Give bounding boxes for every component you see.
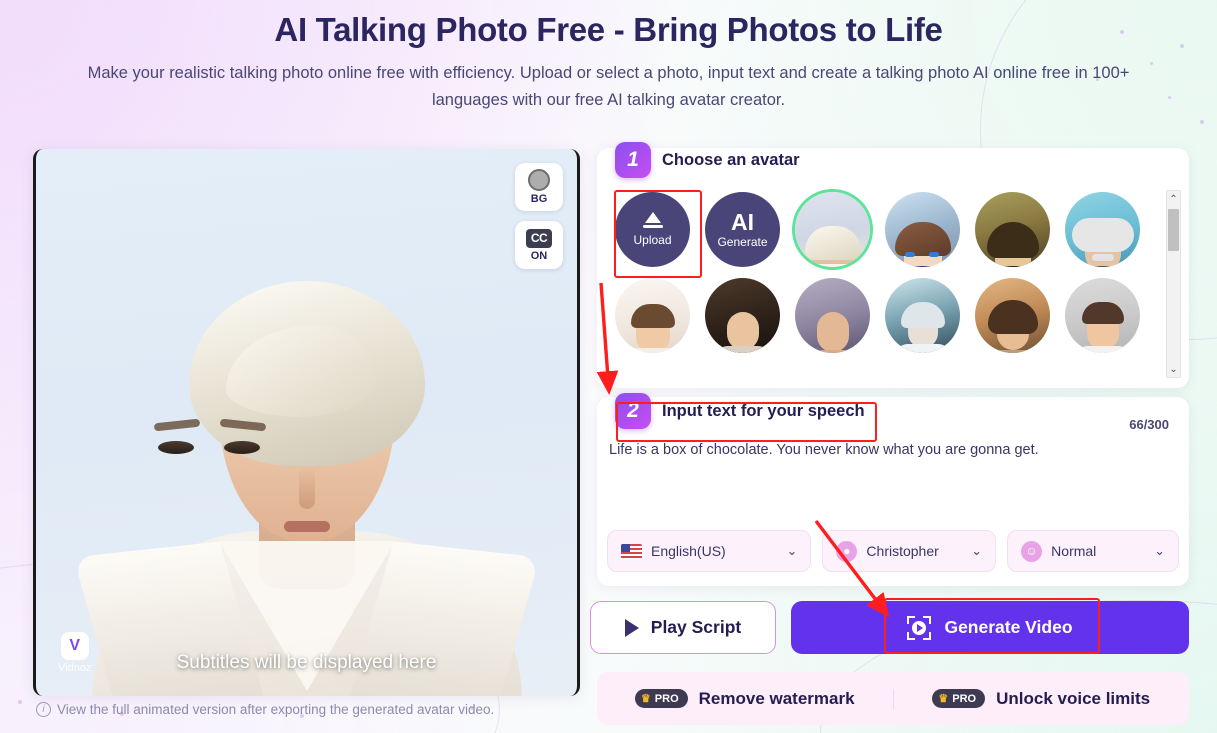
pro-badge-label: PRO bbox=[952, 692, 977, 705]
choose-avatar-card: 1 Choose an avatar Upload AI Generate ⌃ … bbox=[597, 142, 1189, 388]
style-value: Normal bbox=[1051, 543, 1097, 559]
play-script-label: Play Script bbox=[650, 617, 742, 637]
unlock-voice-limits-item[interactable]: ♛ PRO Unlock voice limits bbox=[892, 688, 1190, 709]
scroll-down-icon[interactable]: ⌄ bbox=[1167, 361, 1180, 377]
avatar-anime-boy[interactable] bbox=[885, 192, 960, 267]
voice-value: Christopher bbox=[866, 543, 939, 559]
language-value: English(US) bbox=[651, 543, 726, 559]
avatar-list-scrollbar[interactable]: ⌃ ⌄ bbox=[1166, 190, 1181, 378]
avatar-curly-man[interactable] bbox=[975, 278, 1050, 353]
bg-tool-button[interactable]: BG bbox=[515, 163, 563, 211]
upload-arrow-icon bbox=[644, 212, 661, 223]
upload-avatar-button[interactable]: Upload bbox=[615, 192, 690, 267]
crown-icon: ♛ bbox=[938, 693, 949, 705]
remove-watermark-label: Remove watermark bbox=[698, 688, 855, 708]
style-dropdown[interactable]: ☺ Normal ⌄ bbox=[1007, 530, 1179, 572]
page-subtitle: Make your realistic talking photo online… bbox=[49, 60, 1169, 114]
step-2-badge: 2 bbox=[615, 393, 651, 429]
avatar-cartoon-man[interactable] bbox=[615, 278, 690, 353]
voice-dropdown[interactable]: ● Christopher ⌄ bbox=[822, 530, 997, 572]
step-1-header: 1 Choose an avatar bbox=[615, 142, 800, 178]
us-flag-icon bbox=[621, 543, 642, 559]
subtitle-overlay: Subtitles will be displayed here bbox=[176, 652, 437, 673]
cc-tool-label: ON bbox=[530, 249, 548, 262]
scroll-up-icon[interactable]: ⌃ bbox=[1167, 191, 1180, 207]
ai-generate-line1: AI bbox=[731, 209, 754, 235]
pro-badge-label: PRO bbox=[654, 692, 679, 705]
speech-text-input[interactable]: Life is a box of chocolate. You never kn… bbox=[609, 439, 1169, 461]
generate-video-button[interactable]: Generate Video bbox=[791, 601, 1189, 654]
step-1-badge: 1 bbox=[615, 142, 651, 178]
person-icon: ● bbox=[836, 540, 858, 562]
upload-bar-icon bbox=[642, 225, 663, 228]
unlock-voice-limits-label: Unlock voice limits bbox=[996, 688, 1151, 708]
remove-watermark-item[interactable]: ♛ PRO Remove watermark bbox=[597, 689, 893, 709]
avatar-row-1: Upload AI Generate bbox=[615, 192, 1155, 267]
subtitle-line-1: Make your realistic talking photo online… bbox=[87, 64, 970, 82]
preview-tools: BG CC ON bbox=[515, 163, 563, 279]
avatar-grid: Upload AI Generate bbox=[615, 192, 1155, 364]
avatar-mona-lisa[interactable] bbox=[975, 192, 1050, 267]
chevron-down-icon: ⌄ bbox=[1154, 543, 1165, 558]
avatar-blonde-man[interactable] bbox=[795, 192, 870, 267]
preview-note: i View the full animated version after e… bbox=[36, 702, 596, 717]
language-dropdown[interactable]: English(US) ⌄ bbox=[607, 530, 812, 572]
info-icon: i bbox=[36, 702, 51, 717]
chevron-down-icon: ⌄ bbox=[971, 543, 983, 558]
hero-section: AI Talking Photo Free - Bring Photos to … bbox=[0, 0, 1217, 114]
avatar-curly-woman[interactable] bbox=[705, 278, 780, 353]
ai-generate-line2: Generate bbox=[717, 235, 768, 249]
input-text-card: 2 Input text for your speech 66/300 Life… bbox=[597, 393, 1189, 586]
character-counter: 66/300 bbox=[1129, 417, 1169, 432]
cc-tool-button[interactable]: CC ON bbox=[515, 221, 563, 269]
smiley-icon: ☺ bbox=[1021, 540, 1043, 562]
bg-tool-label: BG bbox=[530, 193, 548, 205]
video-preview[interactable]: BG CC ON V Vidnoz Subtitles will be disp… bbox=[33, 149, 580, 696]
step-2-title: Input text for your speech bbox=[662, 401, 865, 420]
page-title: AI Talking Photo Free - Bring Photos to … bbox=[274, 11, 943, 48]
avatar-row-2 bbox=[615, 278, 1155, 353]
generate-video-label: Generate Video bbox=[944, 617, 1073, 637]
avatar-robot-woman[interactable] bbox=[885, 278, 960, 353]
crown-icon: ♛ bbox=[640, 693, 651, 705]
preview-note-text: View the full animated version after exp… bbox=[57, 702, 495, 717]
step-1-title: Choose an avatar bbox=[662, 150, 800, 169]
chevron-down-icon: ⌄ bbox=[786, 543, 798, 558]
step-2-header: 2 Input text for your speech bbox=[615, 393, 865, 429]
background-circle-icon bbox=[528, 169, 550, 191]
scrollbar-thumb[interactable] bbox=[1168, 209, 1179, 251]
voice-options-row: English(US) ⌄ ● Christopher ⌄ ☺ Normal ⌄ bbox=[597, 530, 1189, 572]
avatar-cartoon-guy[interactable] bbox=[1065, 278, 1140, 353]
play-icon bbox=[624, 618, 639, 637]
ai-generate-button[interactable]: AI Generate bbox=[705, 192, 780, 267]
avatar-einstein[interactable] bbox=[1065, 192, 1140, 267]
closed-caption-icon: CC bbox=[526, 228, 552, 248]
play-script-button[interactable]: Play Script bbox=[590, 601, 776, 654]
pro-badge: ♛ PRO bbox=[634, 689, 688, 708]
avatar-ponytail-woman[interactable] bbox=[795, 278, 870, 353]
generate-video-icon bbox=[907, 615, 932, 640]
pro-badge: ♛ PRO bbox=[932, 689, 986, 708]
pro-features-bar: ♛ PRO Remove watermark ♛ PRO Unlock voic… bbox=[597, 672, 1189, 725]
upload-label: Upload bbox=[633, 233, 672, 247]
